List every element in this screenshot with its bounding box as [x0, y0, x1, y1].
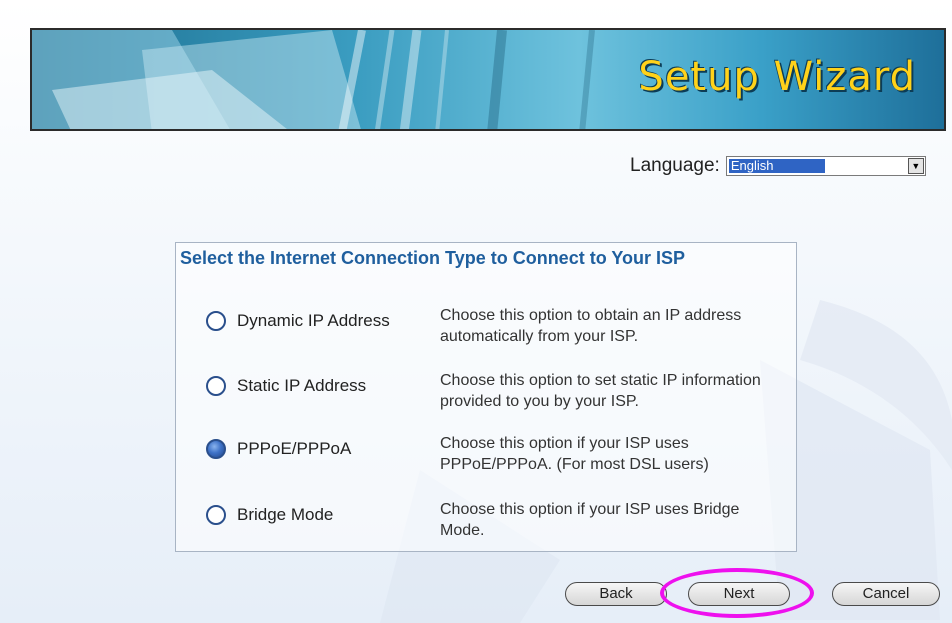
- radio-pppoe-pppoa[interactable]: [206, 439, 226, 459]
- chevron-down-icon[interactable]: ▼: [907, 158, 924, 174]
- next-button-highlight-circle: [660, 568, 814, 618]
- setup-wizard-banner: Setup Wizard: [30, 28, 946, 131]
- language-label: Language:: [630, 155, 720, 176]
- back-button[interactable]: Back: [565, 582, 667, 606]
- option-dynamic-ip[interactable]: Dynamic IP Address Choose this option to…: [206, 305, 786, 351]
- panel-heading: Select the Internet Connection Type to C…: [180, 248, 686, 268]
- option-description: Choose this option to set static IP info…: [440, 372, 761, 410]
- option-label: Bridge Mode: [237, 505, 334, 524]
- option-label: Static IP Address: [237, 376, 367, 395]
- option-pppoe-pppoa[interactable]: PPPoE/PPPoA Choose this option if your I…: [206, 433, 786, 479]
- option-description: Choose this option if your ISP uses Brid…: [440, 501, 740, 539]
- option-static-ip[interactable]: Static IP Address Choose this option to …: [206, 370, 786, 416]
- radio-static-ip[interactable]: [206, 376, 226, 396]
- language-select[interactable]: English ▼: [725, 156, 926, 176]
- banner-title: Setup Wizard: [638, 54, 916, 100]
- option-bridge-mode[interactable]: Bridge Mode Choose this option if your I…: [206, 499, 786, 545]
- radio-bridge-mode[interactable]: [206, 505, 226, 525]
- connection-type-panel: Select the Internet Connection Type to C…: [175, 242, 797, 552]
- option-description: Choose this option to obtain an IP addre…: [440, 307, 742, 345]
- radio-dynamic-ip[interactable]: [206, 311, 226, 331]
- option-description: Choose this option if your ISP uses PPPo…: [440, 435, 709, 473]
- language-row: Language: English ▼: [630, 155, 926, 177]
- cancel-button[interactable]: Cancel: [832, 582, 940, 606]
- option-label: PPPoE/PPPoA: [237, 439, 352, 458]
- language-selected-value: English: [728, 159, 825, 173]
- option-label: Dynamic IP Address: [237, 311, 390, 330]
